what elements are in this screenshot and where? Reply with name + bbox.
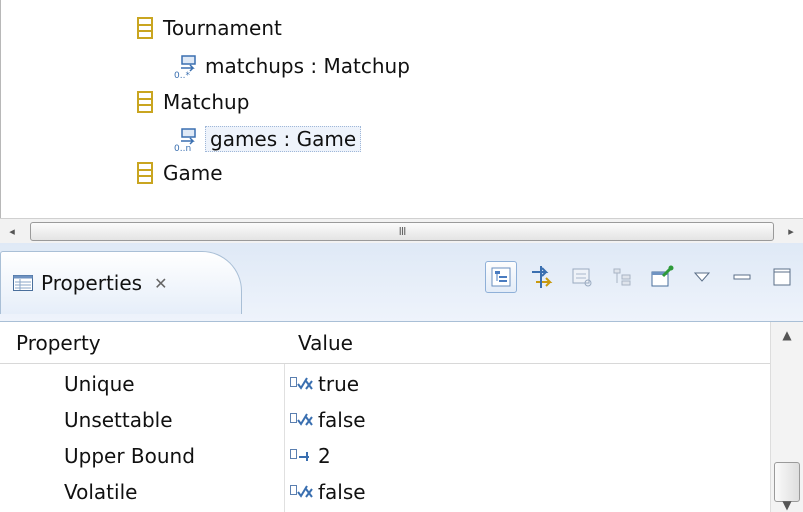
svg-text:0..n: 0..n bbox=[174, 144, 191, 152]
tree-item-label: Tournament bbox=[163, 16, 282, 40]
properties-table: Property Value Unique true Unsettable fa… bbox=[0, 322, 770, 512]
property-name: Volatile bbox=[64, 480, 138, 504]
close-icon[interactable]: ✕ bbox=[154, 274, 167, 293]
scrollbar-thumb[interactable] bbox=[774, 462, 800, 502]
show-advanced-icon[interactable] bbox=[527, 262, 557, 292]
tree-item-game[interactable]: Game bbox=[137, 158, 223, 188]
tree-item-label: Game bbox=[163, 161, 223, 185]
tab-label: Properties bbox=[41, 271, 143, 295]
boolean-icon bbox=[290, 377, 313, 390]
scroll-right-arrow-icon[interactable]: ▸ bbox=[779, 219, 803, 243]
scrollbar-thumb[interactable]: III bbox=[30, 222, 774, 241]
boolean-icon bbox=[290, 485, 313, 498]
property-value[interactable]: 2 bbox=[290, 438, 331, 474]
filter-icon[interactable] bbox=[567, 262, 597, 292]
property-value-text: true bbox=[318, 372, 360, 396]
tree-item-games[interactable]: 0..n games : Game bbox=[173, 124, 362, 154]
svg-text:0..*: 0..* bbox=[174, 71, 190, 79]
table-row[interactable]: Unsettable false bbox=[0, 402, 770, 438]
pin-icon[interactable] bbox=[647, 262, 677, 292]
table-header: Property Value bbox=[0, 322, 770, 364]
table-row[interactable]: Upper Bound 2 bbox=[0, 438, 770, 474]
show-categories-icon[interactable] bbox=[485, 261, 517, 293]
restore-default-icon[interactable] bbox=[607, 262, 637, 292]
minimize-icon[interactable] bbox=[727, 262, 757, 292]
view-toolbar bbox=[485, 261, 797, 293]
tree-item-tournament[interactable]: Tournament bbox=[137, 13, 282, 43]
column-header-value[interactable]: Value bbox=[298, 322, 353, 363]
class-icon bbox=[137, 17, 153, 39]
reference-icon: 0..* bbox=[174, 55, 196, 79]
boolean-icon bbox=[290, 413, 313, 426]
column-header-property[interactable]: Property bbox=[16, 322, 101, 363]
tree-item-label: Matchup bbox=[163, 90, 250, 114]
property-name: Upper Bound bbox=[64, 444, 195, 468]
properties-view: Properties ✕ Property Value Unique true … bbox=[0, 243, 803, 512]
table-row[interactable]: Volatile false bbox=[0, 474, 770, 510]
property-value-text: false bbox=[318, 408, 366, 432]
tree-item-label: games : Game bbox=[205, 126, 362, 152]
table-row[interactable]: Unique true bbox=[0, 366, 770, 402]
property-value-text: false bbox=[318, 480, 366, 504]
properties-icon bbox=[13, 275, 33, 291]
integer-icon bbox=[290, 449, 309, 461]
tree-item-matchups[interactable]: 0..* matchups : Matchup bbox=[173, 51, 410, 81]
property-name: Unique bbox=[64, 372, 135, 396]
scroll-left-arrow-icon[interactable]: ◂ bbox=[0, 219, 24, 243]
class-icon bbox=[137, 162, 153, 184]
horizontal-scrollbar[interactable]: ◂ III ▸ bbox=[0, 218, 803, 244]
class-icon bbox=[137, 91, 153, 113]
property-value[interactable]: true bbox=[290, 366, 359, 402]
properties-tabbar: Properties ✕ bbox=[0, 243, 803, 322]
property-value[interactable]: false bbox=[290, 474, 366, 510]
property-value-text: 2 bbox=[318, 444, 331, 468]
reference-icon: 0..n bbox=[174, 128, 196, 152]
tab-properties[interactable]: Properties ✕ bbox=[0, 251, 242, 314]
vertical-scrollbar[interactable]: ▲ ▼ bbox=[770, 322, 803, 512]
scroll-down-arrow-icon[interactable]: ▼ bbox=[771, 498, 803, 512]
tree-item-label: matchups : Matchup bbox=[205, 54, 410, 78]
maximize-icon[interactable] bbox=[767, 262, 797, 292]
view-menu-icon[interactable] bbox=[687, 262, 717, 292]
scrollbar-grip: III bbox=[398, 225, 407, 238]
property-value[interactable]: false bbox=[290, 402, 366, 438]
tree-item-matchup[interactable]: Matchup bbox=[137, 87, 249, 117]
scroll-up-arrow-icon[interactable]: ▲ bbox=[771, 328, 803, 342]
model-tree: Tournament 0..* matchups : Matchup Match… bbox=[0, 0, 803, 218]
property-name: Unsettable bbox=[64, 408, 173, 432]
